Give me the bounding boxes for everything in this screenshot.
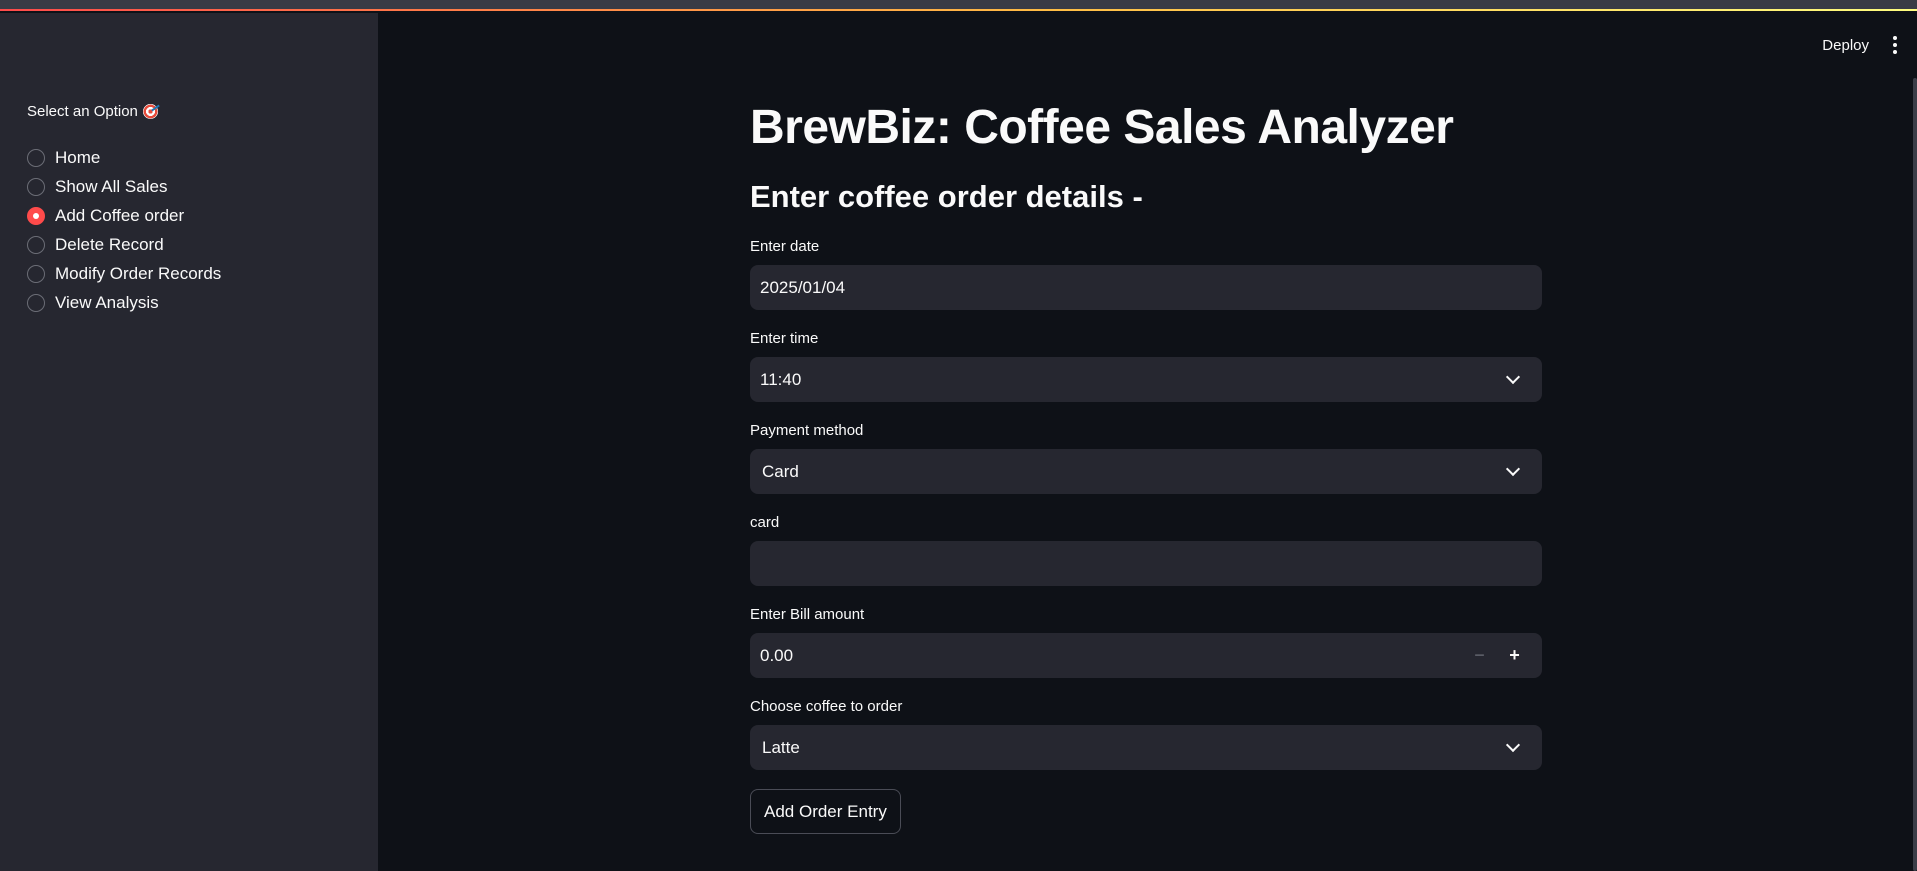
radio-button-icon[interactable] — [27, 293, 45, 312]
deploy-button[interactable]: Deploy — [1822, 37, 1869, 54]
card-input[interactable] — [750, 541, 1542, 586]
time-value: 11:40 — [760, 369, 802, 389]
payment-field: Payment method Card — [750, 420, 1542, 494]
radio-option-modify-order-records[interactable]: Modify Order Records — [27, 259, 221, 288]
chevron-down-icon — [1505, 461, 1521, 477]
coffee-label: Choose coffee to order — [750, 698, 903, 715]
time-field: Enter time 11:40 — [750, 328, 1542, 402]
radio-button-icon[interactable] — [27, 177, 45, 196]
more-options-icon[interactable] — [1893, 36, 1897, 54]
section-subtitle: Enter coffee order details - — [750, 179, 1143, 214]
chevron-down-icon — [1505, 369, 1521, 385]
sidebar-label-text: Select an Option — [27, 103, 138, 120]
payment-value: Card — [762, 461, 799, 481]
time-select[interactable]: 11:40 — [750, 357, 1542, 402]
top-decoration-bar — [0, 0, 1917, 11]
radio-button-icon[interactable] — [27, 264, 45, 283]
target-icon — [142, 104, 158, 119]
top-gradient-line — [0, 9, 1917, 11]
decrement-icon[interactable]: − — [1462, 645, 1497, 666]
main-content: BrewBiz: Coffee Sales Analyzer Enter cof… — [750, 96, 1542, 834]
main-scrollbar[interactable] — [1913, 78, 1917, 871]
bill-label: Enter Bill amount — [750, 606, 865, 623]
radio-button-checked-icon[interactable] — [27, 206, 45, 225]
payment-method-select[interactable]: Card — [750, 449, 1542, 494]
date-input[interactable]: 2025/01/04 — [750, 265, 1542, 310]
add-order-entry-button[interactable]: Add Order Entry — [750, 789, 901, 834]
sidebar-radio-group: Home Show All Sales Add Coffee order Del… — [27, 143, 221, 317]
radio-option-label: View Analysis — [55, 292, 159, 312]
radio-option-label: Delete Record — [55, 234, 164, 254]
card-label: card — [750, 514, 780, 531]
increment-icon[interactable]: + — [1497, 645, 1532, 666]
radio-option-label: Show All Sales — [55, 176, 168, 196]
radio-button-icon[interactable] — [27, 235, 45, 254]
radio-option-home[interactable]: Home — [27, 143, 221, 172]
card-field: card — [750, 512, 1542, 586]
radio-option-view-analysis[interactable]: View Analysis — [27, 288, 221, 317]
radio-button-icon[interactable] — [27, 148, 45, 167]
radio-option-add-coffee-order[interactable]: Add Coffee order — [27, 201, 221, 230]
radio-option-show-all-sales[interactable]: Show All Sales — [27, 172, 221, 201]
date-label: Enter date — [750, 238, 820, 255]
radio-option-label: Modify Order Records — [55, 263, 222, 283]
date-value: 2025/01/04 — [760, 277, 846, 297]
coffee-select[interactable]: Latte — [750, 725, 1542, 770]
time-label: Enter time — [750, 330, 819, 347]
bill-amount-input[interactable]: 0.00 − + — [750, 633, 1542, 678]
date-field: Enter date 2025/01/04 — [750, 236, 1542, 310]
radio-option-label: Add Coffee order — [55, 205, 185, 225]
bill-value: 0.00 — [760, 645, 794, 665]
chevron-down-icon — [1505, 737, 1521, 753]
page-title: BrewBiz: Coffee Sales Analyzer — [750, 101, 1454, 154]
sidebar-option-label: Select an Option — [27, 103, 158, 120]
bill-field: Enter Bill amount 0.00 − + — [750, 604, 1542, 678]
coffee-field: Choose coffee to order Latte — [750, 696, 1542, 770]
sidebar: Select an Option Home Show All Sales Add… — [0, 13, 378, 871]
payment-label: Payment method — [750, 422, 864, 439]
coffee-value: Latte — [762, 737, 800, 757]
radio-option-delete-record[interactable]: Delete Record — [27, 230, 221, 259]
header-actions: Deploy — [1822, 36, 1897, 54]
radio-option-label: Home — [55, 147, 101, 167]
